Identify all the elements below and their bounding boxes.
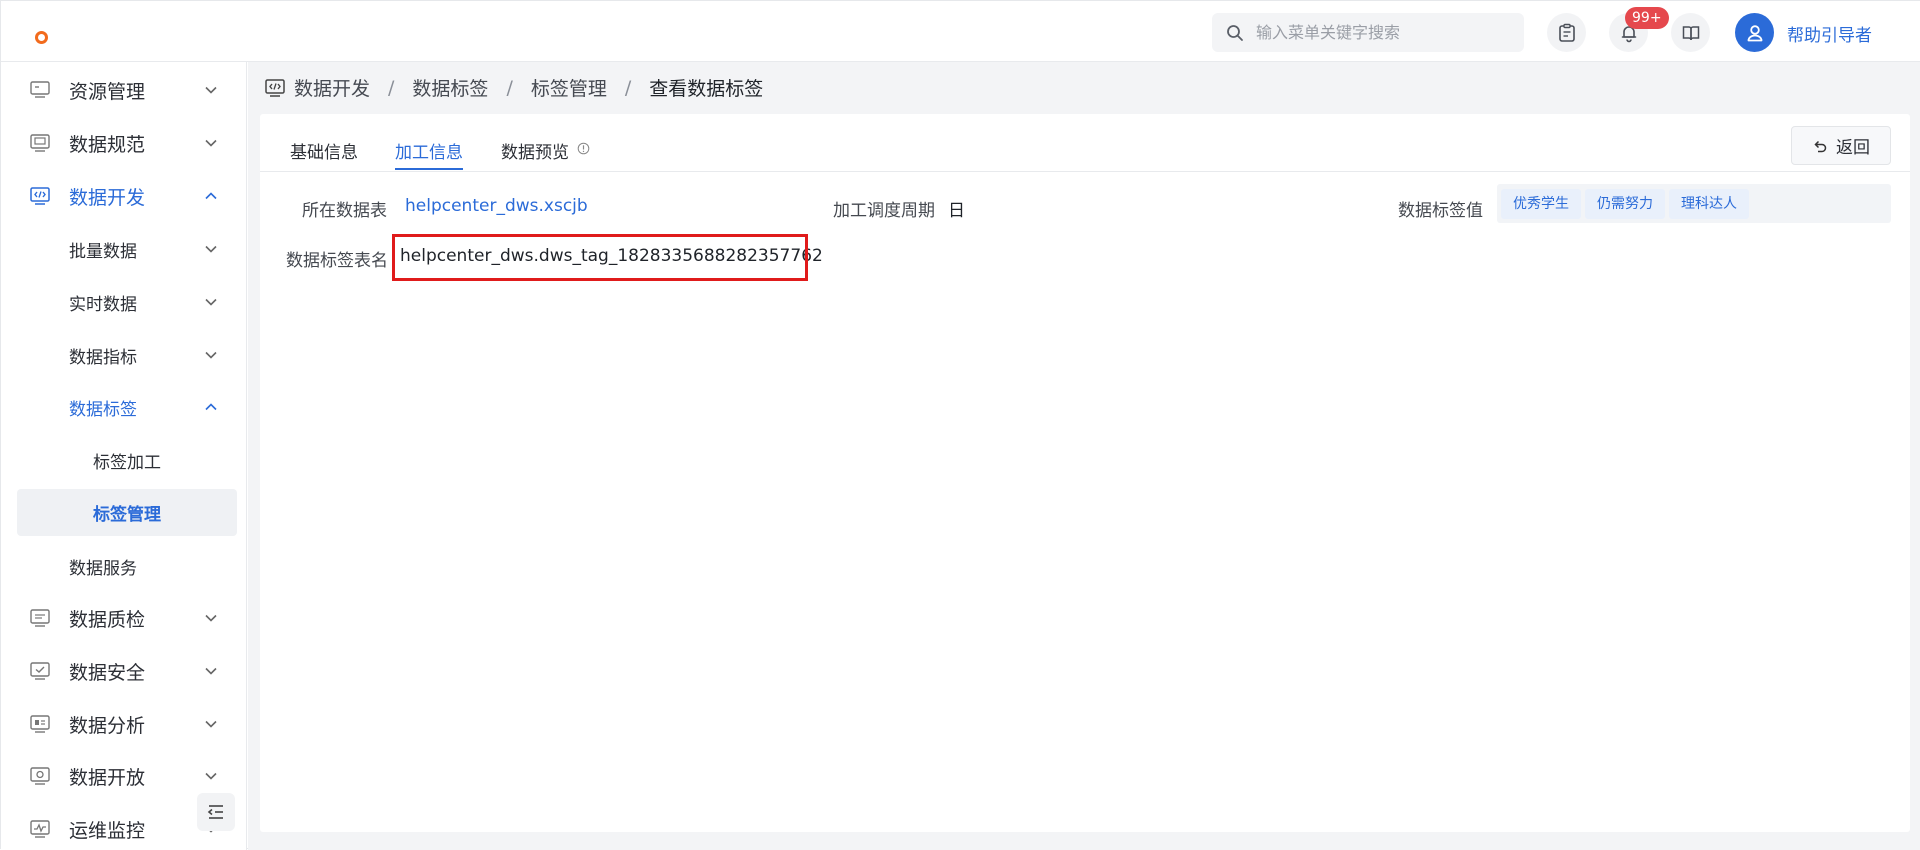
top-header: 99+ 帮助引导者	[1, 1, 1920, 62]
breadcrumb-separator: /	[506, 76, 513, 99]
monitor-icon	[30, 609, 50, 627]
sidebar-item-label: 数据指标	[69, 347, 137, 368]
chevron-down-icon	[205, 720, 217, 728]
chevron-down-icon	[205, 298, 217, 306]
tab-bar: 基础信息 加工信息 数据预览 返回	[260, 114, 1910, 172]
sidebar-item-label: 实时数据	[69, 294, 137, 315]
chevron-down-icon	[205, 772, 217, 780]
chevron-up-icon	[205, 403, 217, 411]
notification-badge: 99+	[1625, 7, 1669, 29]
search-icon	[1227, 24, 1243, 41]
chevron-down-icon	[205, 245, 217, 253]
sidebar-item-label: 数据标签	[69, 399, 137, 420]
chevron-down-icon	[205, 86, 217, 94]
tag-chip: 优秀学生	[1501, 188, 1581, 219]
sidebar-item-data-open[interactable]: 数据开放	[1, 754, 246, 798]
tab-label: 数据预览	[501, 143, 569, 163]
sidebar-item-realtime-data[interactable]: 实时数据	[1, 280, 246, 324]
tag-values-box: 优秀学生 仍需努力 理科达人	[1497, 184, 1891, 223]
back-button[interactable]: 返回	[1791, 126, 1891, 165]
sidebar-item-label: 数据开发	[69, 186, 146, 209]
sidebar-item-label: 数据规范	[69, 133, 146, 156]
sidebar-item-data-service[interactable]: 数据服务	[1, 544, 246, 588]
sidebar-item-label: 数据质检	[69, 608, 146, 631]
sidebar-item-label: 标签管理	[93, 505, 161, 525]
sidebar-item-data-metrics[interactable]: 数据指标	[1, 333, 246, 377]
breadcrumb-item[interactable]: 数据开发	[294, 74, 370, 101]
task-button[interactable]	[1547, 13, 1586, 52]
sidebar-item-data-tags[interactable]: 数据标签	[1, 385, 246, 429]
app-window: 99+ 帮助引导者 资源管理 数据规范 数据	[0, 0, 1920, 850]
tab-basic-info[interactable]: 基础信息	[290, 138, 358, 170]
clipboard-icon	[1558, 23, 1575, 42]
info-icon	[577, 142, 590, 155]
sidebar-item-batch-data[interactable]: 批量数据	[1, 227, 246, 271]
breadcrumb-item[interactable]: 标签管理	[531, 74, 607, 101]
sidebar-item-label: 资源管理	[69, 80, 146, 103]
sidebar-item-tag-processing[interactable]: 标签加工	[1, 438, 246, 482]
tag-chip: 理科达人	[1669, 188, 1749, 219]
tab-data-preview[interactable]: 数据预览	[501, 138, 590, 170]
source-table-link[interactable]: helpcenter_dws.xscjb	[405, 196, 588, 216]
sidebar-item-data-security[interactable]: 数据安全	[1, 649, 246, 693]
sidebar-item-label: 标签加工	[93, 452, 161, 473]
open-icon	[30, 767, 50, 785]
brand-logo[interactable]	[35, 31, 48, 44]
server-icon	[30, 81, 50, 98]
breadcrumb: 数据开发 / 数据标签 / 标签管理 / 查看数据标签	[264, 74, 763, 101]
monitor-icon	[30, 134, 50, 152]
schedule-label: 加工调度周期	[833, 201, 935, 221]
sidebar-item-data-analysis[interactable]: 数据分析	[1, 702, 246, 746]
schedule-value: 日	[948, 201, 965, 221]
sidebar-item-data-development[interactable]: 数据开发	[1, 174, 246, 218]
sidebar-item-data-standards[interactable]: 数据规范	[1, 121, 246, 165]
sidebar-item-label: 数据分析	[69, 714, 146, 737]
sidebar: 资源管理 数据规范 数据开发 批量数据 实时数据 数据指标 数据标签 标签加工 …	[1, 62, 247, 850]
chevron-down-icon	[205, 667, 217, 675]
chevron-down-icon	[205, 351, 217, 359]
sidebar-item-label: 运维监控	[69, 819, 146, 842]
username[interactable]: 帮助引导者	[1787, 21, 1872, 46]
main-content: 数据开发 / 数据标签 / 标签管理 / 查看数据标签 基础信息 加工信息 数据…	[248, 62, 1920, 850]
undo-icon	[1814, 140, 1827, 152]
code-icon	[265, 78, 285, 97]
collapse-sidebar-button[interactable]	[197, 793, 235, 831]
shield-check-icon	[30, 662, 50, 680]
sidebar-item-data-quality[interactable]: 数据质检	[1, 596, 246, 640]
sidebar-item-label: 数据服务	[69, 558, 137, 579]
chevron-down-icon	[205, 139, 217, 147]
user-avatar[interactable]	[1735, 13, 1774, 52]
code-icon	[30, 187, 50, 205]
breadcrumb-separator: /	[388, 76, 395, 99]
tab-processing-info[interactable]: 加工信息	[395, 138, 463, 170]
user-icon	[1747, 24, 1762, 41]
breadcrumb-current: 查看数据标签	[649, 78, 764, 100]
back-label: 返回	[1836, 138, 1870, 158]
chevron-up-icon	[205, 192, 217, 200]
pulse-icon	[30, 820, 50, 838]
source-table-label: 所在数据表	[302, 201, 387, 221]
book-icon	[1682, 25, 1699, 40]
breadcrumb-item[interactable]: 数据标签	[412, 74, 488, 101]
chart-icon	[30, 715, 50, 733]
sidebar-item-tag-management[interactable]: 标签管理	[17, 489, 237, 536]
sidebar-item-label: 批量数据	[69, 241, 137, 262]
tag-chip: 仍需努力	[1585, 188, 1665, 219]
chevron-down-icon	[205, 614, 217, 622]
tag-table-label: 数据标签表名	[286, 251, 388, 271]
docs-button[interactable]	[1671, 13, 1710, 52]
breadcrumb-separator: /	[624, 76, 632, 99]
search-input[interactable]	[1256, 23, 1506, 42]
sidebar-item-resource-management[interactable]: 资源管理	[1, 68, 246, 112]
highlight-box	[392, 234, 808, 281]
menu-fold-icon	[207, 805, 223, 819]
menu-search[interactable]	[1212, 13, 1524, 52]
tag-values-label: 数据标签值	[1398, 201, 1483, 221]
sidebar-item-label: 数据开放	[69, 766, 146, 789]
sidebar-item-label: 数据安全	[69, 661, 146, 684]
